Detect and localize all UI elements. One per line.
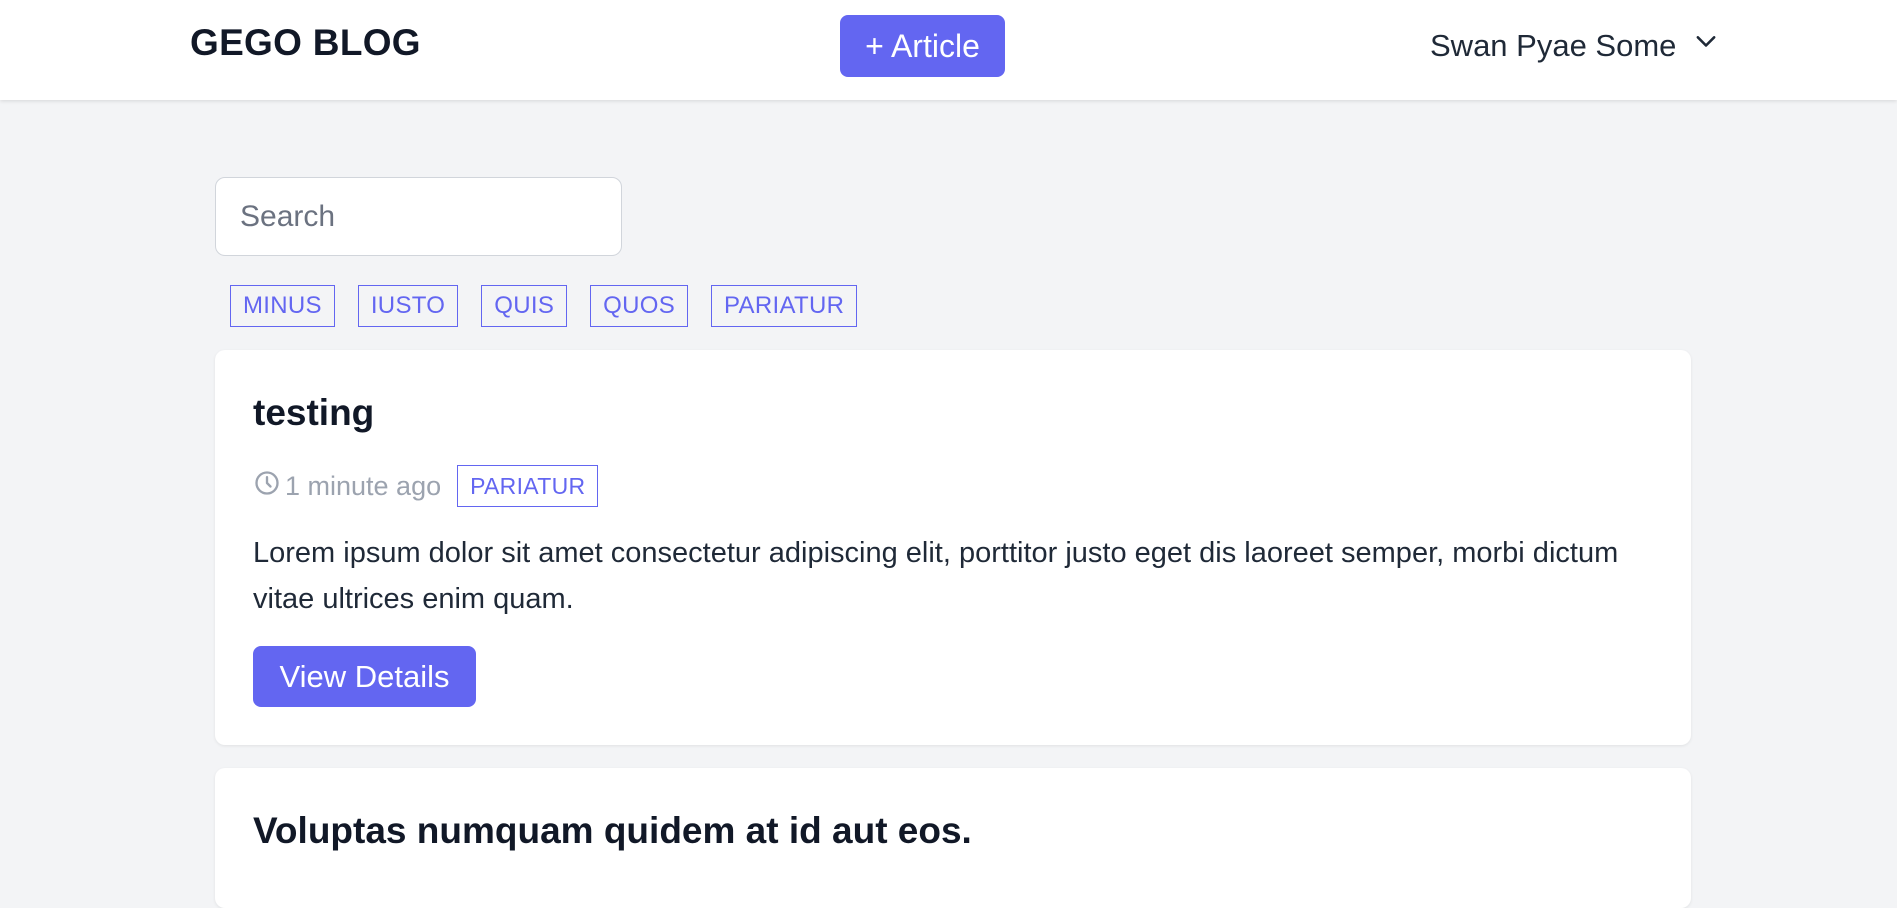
user-menu[interactable]: Swan Pyae Some bbox=[1430, 24, 1720, 68]
article-card: Voluptas numquam quidem at id aut eos. bbox=[215, 768, 1691, 908]
article-tag[interactable]: PARIATUR bbox=[457, 465, 599, 507]
article-excerpt: Lorem ipsum dolor sit amet consectetur a… bbox=[253, 537, 1619, 615]
article-title: testing bbox=[253, 392, 375, 433]
tag-minus[interactable]: MINUS bbox=[230, 285, 335, 327]
tag-filter-list: MINUS IUSTO QUIS QUOS PARIATUR bbox=[230, 285, 858, 327]
brand-logo[interactable]: GEGO BLOG bbox=[190, 22, 421, 64]
chevron-down-icon bbox=[1692, 28, 1720, 64]
article-title: Voluptas numquam quidem at id aut eos. bbox=[253, 810, 972, 851]
article-time-text: 1 minute ago bbox=[285, 470, 442, 501]
user-name: Swan Pyae Some bbox=[1430, 28, 1677, 63]
add-article-button[interactable]: + Article bbox=[840, 15, 1005, 77]
top-navbar: GEGO BLOG + Article Swan Pyae Some bbox=[0, 0, 1897, 100]
article-card: testing 1 minute ago PARIATUR Lorem ipsu… bbox=[215, 350, 1691, 745]
tag-iusto[interactable]: IUSTO bbox=[357, 285, 459, 327]
search-input[interactable] bbox=[215, 177, 622, 256]
tag-quos[interactable]: QUOS bbox=[590, 285, 689, 327]
article-meta: 1 minute ago PARIATUR bbox=[253, 465, 599, 507]
article-time: 1 minute ago bbox=[253, 469, 441, 504]
tag-quis[interactable]: QUIS bbox=[481, 285, 568, 327]
clock-icon bbox=[253, 469, 281, 504]
view-details-button[interactable]: View Details bbox=[253, 646, 476, 707]
tag-pariatur[interactable]: PARIATUR bbox=[711, 285, 858, 327]
